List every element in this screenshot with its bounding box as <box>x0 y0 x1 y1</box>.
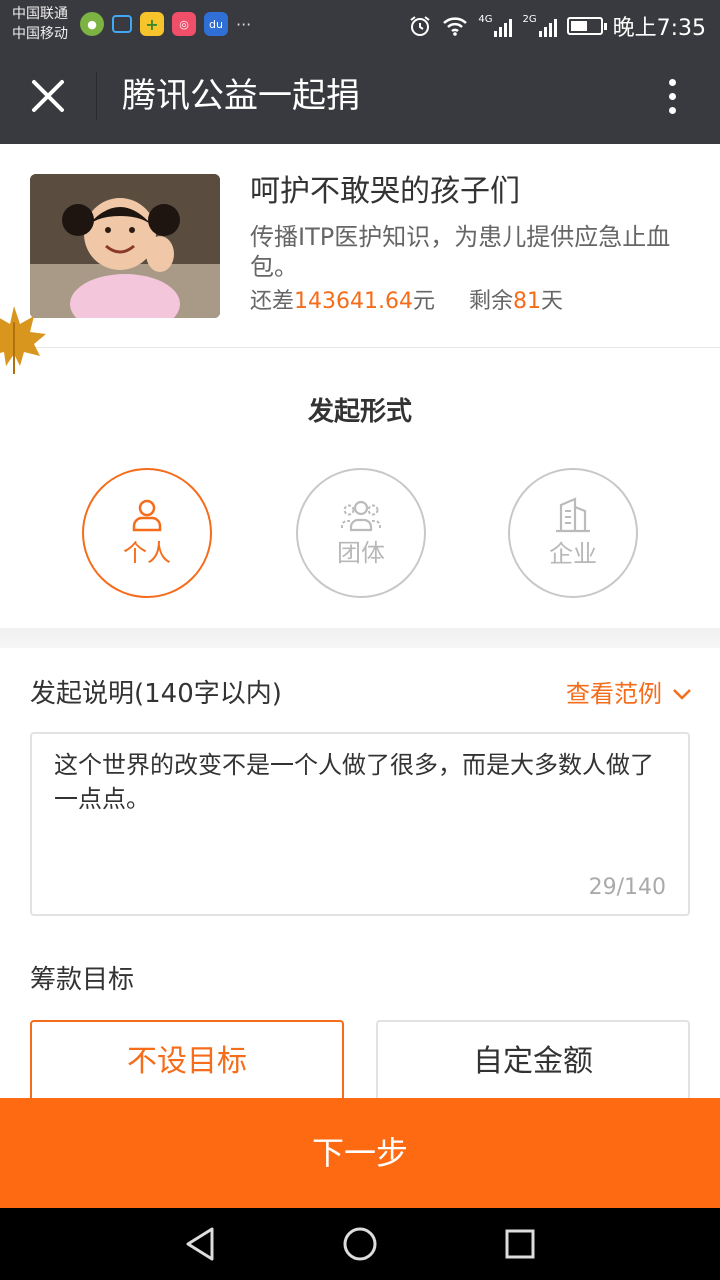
wechat-icon: ● <box>80 12 104 36</box>
signal-1-icon <box>494 15 513 37</box>
description-label: 发起说明(140字以内) <box>30 679 282 709</box>
carrier-2: 中国移动 <box>12 26 68 42</box>
remaining-label: 还差 <box>250 289 295 314</box>
form-option-label: 企业 <box>549 540 597 568</box>
days-unit: 天 <box>541 289 564 314</box>
more-options-button[interactable] <box>642 66 702 126</box>
home-circle-icon <box>343 1227 377 1261</box>
project-image <box>30 174 220 318</box>
days-label: 剩余 <box>469 289 514 314</box>
wifi-icon <box>443 17 468 36</box>
group-icon <box>341 500 381 532</box>
form-option-label: 团体 <box>337 539 385 567</box>
chevron-down-icon <box>673 689 691 700</box>
form-option-enterprise[interactable]: 企业 <box>508 468 638 598</box>
goal-label: 筹款目标 <box>30 965 135 995</box>
project-description: 传播ITP医护知识，为患儿提供应急止血包。 <box>250 223 671 281</box>
app-icon: ◎ <box>172 12 196 36</box>
remaining-unit: 元 <box>413 289 436 314</box>
more-dot <box>668 106 676 114</box>
person-icon <box>132 499 162 532</box>
more-dot <box>668 78 676 86</box>
description-text: 这个世界的改变不是一个人做了很多，而是大多数人做了一点点。 <box>54 751 654 813</box>
project-stats: 还差143641.64元 剩余81天 <box>250 286 563 318</box>
view-example-label: 查看范例 <box>566 680 662 708</box>
close-icon <box>32 80 64 112</box>
page-title: 腾讯公益一起捐 <box>122 76 360 116</box>
network-2g-label: 2G <box>522 14 537 25</box>
more-dot <box>668 92 676 100</box>
plus-icon: + <box>140 12 164 36</box>
system-nav-bar <box>0 1208 720 1280</box>
lock-icon <box>112 15 132 33</box>
form-option-label: 个人 <box>123 539 171 567</box>
goal-no-target-button[interactable]: 不设目标 <box>30 1020 344 1110</box>
home-button[interactable] <box>338 1222 382 1266</box>
nav-divider <box>96 72 97 120</box>
form-type-heading: 发起形式 <box>307 397 412 427</box>
description-section: 发起说明(140字以内) 查看范例 这个世界的改变不是一个人做了很多，而是大多数… <box>0 648 720 1110</box>
notification-icons: ● + ◎ du ··· <box>80 12 251 36</box>
status-bar: 中国联通 中国移动 ● + ◎ du ··· 4G 2G 晚上7:35 <box>0 0 720 48</box>
baidu-icon: du <box>204 12 228 36</box>
next-step-button[interactable]: 下一步 <box>0 1098 720 1208</box>
project-title: 呵护不敢哭的孩子们 <box>250 174 520 209</box>
form-option-group[interactable]: 团体 <box>296 468 426 598</box>
description-textarea[interactable]: 这个世界的改变不是一个人做了很多，而是大多数人做了一点点。 29/140 <box>30 732 690 916</box>
more-notifications: ··· <box>236 14 252 34</box>
nav-bar: 腾讯公益一起捐 <box>0 48 720 144</box>
alarm-icon <box>410 16 430 36</box>
carrier-1: 中国联通 <box>12 6 68 22</box>
battery-icon <box>566 17 607 35</box>
signal-2-icon <box>538 15 557 37</box>
form-option-individual[interactable]: 个人 <box>82 468 212 598</box>
char-counter: 29/140 <box>588 875 666 900</box>
goal-custom-amount-button[interactable]: 自定金额 <box>376 1020 690 1110</box>
recents-button[interactable] <box>498 1222 542 1266</box>
back-triangle-icon <box>186 1227 214 1261</box>
clock: 晚上7:35 <box>612 16 706 41</box>
building-icon <box>556 497 590 533</box>
carrier-info: 中国联通 中国移动 <box>12 4 68 44</box>
project-card[interactable]: 呵护不敢哭的孩子们 传播ITP医护知识，为患儿提供应急止血包。 还差143641… <box>0 144 720 348</box>
maple-leaf-icon <box>0 306 46 374</box>
status-right: 4G 2G 晚上7:35 <box>408 10 706 42</box>
network-4g-label: 4G <box>478 14 493 25</box>
close-button[interactable] <box>16 66 80 126</box>
recents-square-icon <box>505 1229 535 1259</box>
view-example-link[interactable]: 查看范例 <box>566 676 692 712</box>
remaining-amount: 143641.64 <box>294 289 413 314</box>
form-type-section: 发起形式 个人 团体 企业 <box>0 348 720 628</box>
days-value: 81 <box>513 289 542 314</box>
back-button[interactable] <box>178 1222 222 1266</box>
